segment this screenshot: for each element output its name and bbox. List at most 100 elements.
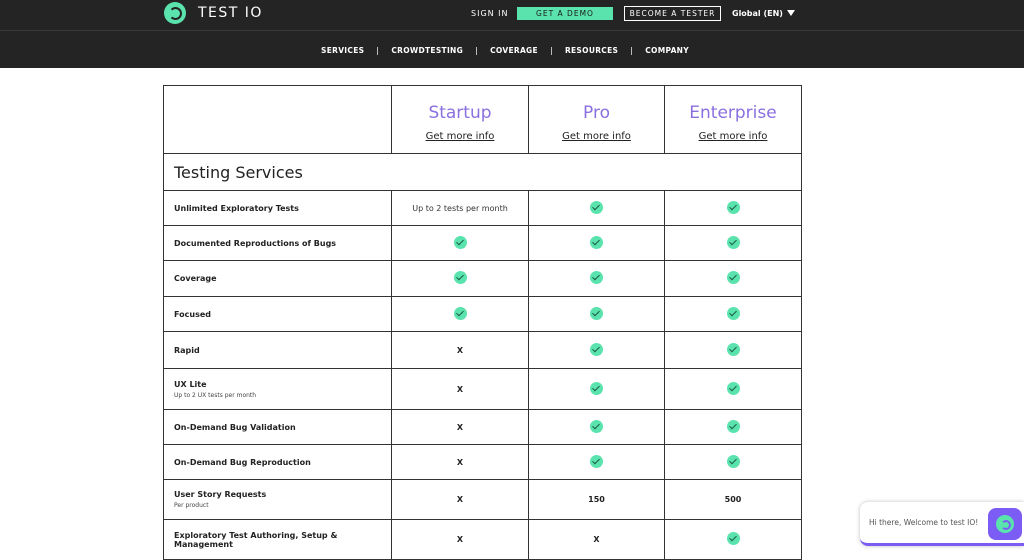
check-circle-icon [590, 235, 603, 249]
nav-resources[interactable]: RESOURCES [565, 46, 618, 55]
plan-value-cell [391, 225, 529, 261]
get-more-info-link[interactable]: Get more info [665, 131, 801, 142]
locale-selector[interactable]: Global (EN) [732, 9, 795, 18]
plan-value-cell: X [391, 519, 529, 560]
plan-value-cell: 500 [664, 479, 802, 520]
feature-cell: Documented Reproductions of Bugs [163, 225, 392, 261]
chat-greeting: Hi there, Welcome to test IO! [869, 518, 979, 527]
nav-divider [550, 46, 552, 55]
become-tester-button[interactable]: BECOME A TESTER [624, 6, 721, 21]
plan-value-cell [664, 296, 802, 332]
plan-value-cell [664, 331, 802, 369]
check-circle-icon [726, 419, 740, 433]
plan-value-cell: 150 [528, 479, 665, 520]
plan-value: X [456, 495, 464, 504]
check-circle-icon [590, 342, 603, 356]
get-demo-button[interactable]: GET A DEMO [517, 7, 613, 20]
feature-label: UX Lite [174, 379, 207, 389]
plan-pro: Pro Get more info [528, 85, 665, 154]
plan-value-cell: X [528, 519, 665, 560]
nav-divider [377, 46, 379, 55]
check-circle-icon [453, 235, 467, 249]
plan-value-cell [391, 260, 529, 297]
plan-name: Enterprise [689, 103, 777, 123]
table-row: Exploratory Test Authoring, Setup & Mana… [163, 519, 802, 560]
testio-logo-icon[interactable] [164, 2, 186, 24]
plan-header-row: Startup Get more info Pro Get more info … [163, 85, 802, 154]
top-bar: TEST IO SIGN IN GET A DEMO BECOME A TEST… [0, 0, 1024, 30]
nav-divider [631, 46, 633, 55]
feature-cell: On-Demand Bug Validation [163, 409, 392, 445]
empty-corner-cell [163, 85, 392, 154]
plan-value-cell [664, 368, 802, 410]
nav-services[interactable]: SERVICES [321, 46, 364, 55]
feature-sublabel: Up to 2 UX tests per month [174, 391, 257, 399]
brand-name[interactable]: TEST IO [198, 5, 263, 21]
nav-company[interactable]: COMPANY [645, 46, 689, 55]
get-more-info-link[interactable]: Get more info [392, 131, 528, 142]
feature-cell: Rapid [163, 331, 392, 369]
plan-name: Pro [583, 103, 610, 123]
table-row: UX Lite Up to 2 UX tests per month X [163, 368, 802, 410]
plan-value: X [456, 457, 464, 467]
plan-value: Up to 2 tests per month [412, 203, 508, 213]
plan-enterprise: Enterprise Get more info [664, 85, 802, 154]
plan-value-cell [528, 409, 665, 445]
check-circle-icon [590, 306, 603, 320]
plan-value-cell [664, 409, 802, 445]
check-circle-icon [726, 532, 740, 545]
check-circle-icon [590, 271, 603, 284]
table-row: Unlimited Exploratory Tests Up to 2 tests… [163, 190, 802, 226]
feature-label: User Story Requests [174, 490, 267, 499]
nav-divider [476, 46, 478, 55]
table-row: User Story Requests Per product X 150 500 [163, 479, 802, 520]
get-more-info-link[interactable]: Get more info [529, 131, 664, 142]
plan-value-cell: X [391, 444, 529, 480]
table-row: Coverage [163, 260, 802, 297]
feature-cell: User Story Requests Per product [163, 479, 392, 520]
table-row: Documented Reproductions of Bugs [163, 225, 802, 261]
check-circle-icon [453, 306, 467, 320]
sign-in-link[interactable]: SIGN IN [471, 9, 509, 18]
locale-label: Global (EN) [732, 9, 783, 18]
plan-value-cell [528, 190, 665, 226]
feature-label: Coverage [174, 274, 217, 283]
feature-label: Rapid [174, 345, 200, 355]
feature-label: Unlimited Exploratory Tests [174, 203, 299, 213]
check-circle-icon [726, 235, 740, 249]
check-circle-icon [726, 271, 740, 284]
table-row: On-Demand Bug Reproduction X [163, 444, 802, 480]
check-circle-icon [726, 381, 740, 395]
chat-widget[interactable]: Hi there, Welcome to test IO! [860, 502, 1024, 546]
feature-cell: Focused [163, 296, 392, 332]
plan-value: X [456, 345, 464, 355]
plan-value: X [456, 422, 464, 432]
feature-cell: On-Demand Bug Reproduction [163, 444, 392, 480]
plan-value-cell: X [391, 409, 529, 445]
check-circle-icon [726, 342, 740, 356]
plan-value-cell [664, 444, 802, 480]
plan-value-cell [528, 225, 665, 261]
check-circle-icon [726, 306, 740, 320]
table-row: Focused [163, 296, 802, 332]
nav-crowdtesting[interactable]: CROWDTESTING [391, 46, 463, 55]
feature-cell: UX Lite Up to 2 UX tests per month [163, 368, 392, 410]
plan-value: X [456, 384, 464, 394]
plan-value: X [593, 535, 600, 544]
plan-value-cell: X [391, 331, 529, 369]
main-nav: SERVICES CROWDTESTING COVERAGE RESOURCES… [321, 46, 689, 55]
check-circle-icon [590, 454, 603, 468]
feature-sublabel: Per product [174, 502, 209, 509]
plan-value-cell: X [391, 368, 529, 410]
plan-value-cell [528, 368, 665, 410]
section-title: Testing Services [163, 153, 802, 191]
plan-startup: Startup Get more info [391, 85, 529, 154]
chat-bubble-icon[interactable] [988, 508, 1022, 540]
plan-value: X [456, 535, 464, 544]
check-circle-icon [453, 271, 467, 284]
nav-coverage[interactable]: COVERAGE [490, 46, 538, 55]
plan-value-cell: X [391, 479, 529, 520]
plan-name: Startup [428, 103, 492, 123]
pricing-table: Startup Get more info Pro Get more info … [163, 85, 802, 560]
feature-cell: Exploratory Test Authoring, Setup & Mana… [163, 519, 392, 560]
